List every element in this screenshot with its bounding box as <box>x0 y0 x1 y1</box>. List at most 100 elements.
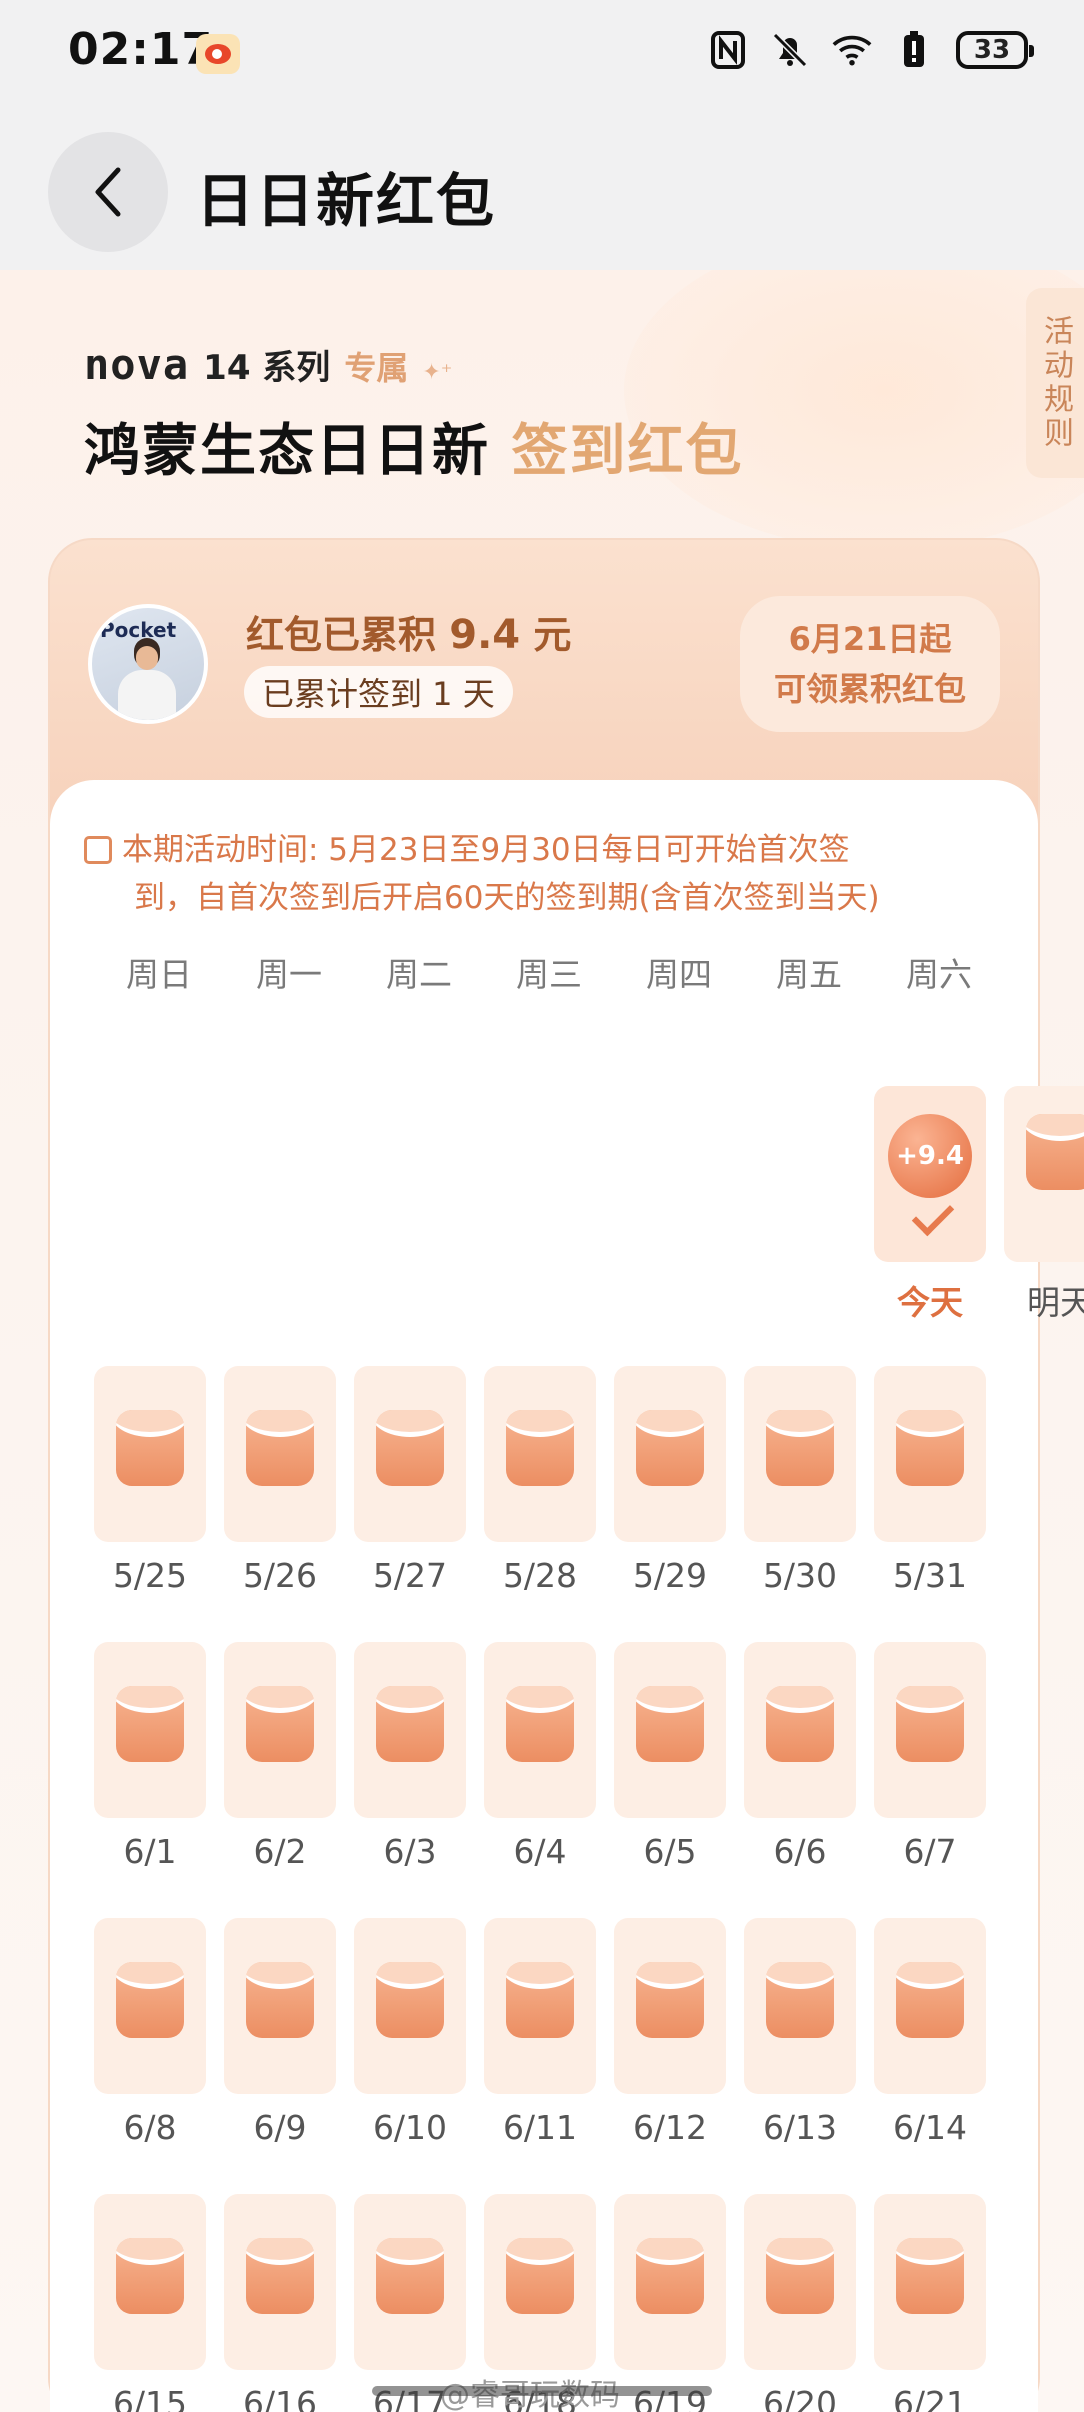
red-packet-icon <box>506 1686 574 1762</box>
battery-icon: 33 <box>956 31 1034 69</box>
battery-level: 33 <box>973 35 1011 65</box>
nfc-icon <box>708 30 748 70</box>
period-line1: 本期活动时间: 5月23日至9月30日每日可开始首次签 <box>122 832 850 868</box>
red-packet-icon <box>376 1410 444 1486</box>
day-cell[interactable] <box>614 1642 726 1818</box>
day-cell[interactable] <box>224 1366 336 1542</box>
red-packet-icon <box>116 1962 184 2038</box>
weekday-label: 周三 <box>516 955 582 994</box>
day-cell[interactable] <box>744 1918 856 2094</box>
red-packet-icon <box>1026 1114 1084 1190</box>
claim-line1: 6月21日起 <box>788 620 952 658</box>
day-label: 5/30 <box>762 1556 838 1595</box>
red-packet-icon <box>766 1410 834 1486</box>
accum-value: 9.4 <box>449 612 521 658</box>
weekday-label: 周六 <box>906 955 972 994</box>
day-label: 5/28 <box>502 1556 578 1595</box>
day-cell[interactable] <box>94 2194 206 2370</box>
day-cell[interactable] <box>744 2194 856 2370</box>
day-label: 6/3 <box>383 1832 437 1871</box>
day-cell[interactable] <box>94 1918 206 2094</box>
day-label: 6/21 <box>892 2384 968 2412</box>
red-packet-icon <box>116 1686 184 1762</box>
red-packet-icon <box>766 1686 834 1762</box>
day-label: 6/6 <box>773 1832 827 1871</box>
day-cell-today[interactable]: +9.4 <box>874 1086 986 1262</box>
period-line2: 到，自首次签到后开启60天的签到期(含首次签到当天) <box>134 880 880 916</box>
weekday-label: 周日 <box>126 955 192 994</box>
day-cell[interactable] <box>354 1642 466 1818</box>
day-cell[interactable] <box>614 1366 726 1542</box>
accumulated-amount: 红包已累积 9.4 元 <box>246 604 571 659</box>
avatar-backdrop-text: Pocket <box>100 618 177 642</box>
day-label: 6/2 <box>253 1832 307 1871</box>
day-cell[interactable] <box>484 1366 596 1542</box>
day-cell[interactable] <box>744 1642 856 1818</box>
battery-saver-icon <box>894 30 934 70</box>
day-cell[interactable] <box>224 1918 336 2094</box>
weekday-label: 周四 <box>646 955 712 994</box>
day-label: 6/15 <box>112 2384 188 2412</box>
activity-rules-tab[interactable]: 活动规则 <box>1026 288 1084 478</box>
day-cell[interactable] <box>224 2194 336 2370</box>
red-packet-icon <box>636 1686 704 1762</box>
sparkle-icon: ✦⁺ <box>422 360 453 385</box>
weekday-label: 周一 <box>256 955 322 994</box>
red-packet-icon <box>246 1686 314 1762</box>
red-packet-icon <box>636 1410 704 1486</box>
mute-icon <box>770 30 810 70</box>
status-icons: 33 <box>708 30 1034 70</box>
day-label: 6/11 <box>502 2108 578 2147</box>
red-packet-icon <box>506 2238 574 2314</box>
weekday-label: 周二 <box>386 955 452 994</box>
claim-button[interactable]: 6月21日起 可领累积红包 <box>740 596 1000 732</box>
page-title: 日日新红包 <box>196 167 497 235</box>
day-cell[interactable] <box>614 1918 726 2094</box>
day-cell[interactable] <box>484 1918 596 2094</box>
day-cell[interactable] <box>874 1918 986 2094</box>
checkin-days-badge: 已累计签到 1 天 <box>244 666 513 718</box>
day-cell[interactable] <box>484 1642 596 1818</box>
brand-series: 14 系列 <box>203 348 331 388</box>
brand-line: nova 14 系列 专属 ✦⁺ <box>84 340 452 389</box>
day-cell[interactable] <box>94 1366 206 1542</box>
weekday-label: 周五 <box>776 955 842 994</box>
day-label: 6/5 <box>643 1832 697 1871</box>
day-label: 6/9 <box>253 2108 307 2147</box>
day-label-tomorrow: 明天 <box>1027 1283 1084 1322</box>
day-label-today: 今天 <box>897 1283 963 1322</box>
day-cell[interactable] <box>874 2194 986 2370</box>
signin-card: Pocket 红包已累积 9.4 元 已累计签到 1 天 6月21日起 可领累积… <box>48 538 1084 2412</box>
coin-amount: +9.4 <box>888 1114 972 1198</box>
red-packet-icon <box>766 2238 834 2314</box>
day-cell[interactable] <box>744 1366 856 1542</box>
day-cell[interactable] <box>484 2194 596 2370</box>
day-cell[interactable] <box>874 1642 986 1818</box>
day-cell[interactable] <box>224 1642 336 1818</box>
red-packet-icon <box>636 2238 704 2314</box>
red-packet-icon <box>246 2238 314 2314</box>
day-cell-tomorrow[interactable] <box>1004 1086 1084 1262</box>
status-bar: 02:17 33 <box>0 0 1084 120</box>
accum-unit: 元 <box>533 613 572 657</box>
day-label: 5/26 <box>242 1556 318 1595</box>
red-packet-icon <box>896 1686 964 1762</box>
day-cell[interactable] <box>354 1918 466 2094</box>
red-packet-icon <box>116 2238 184 2314</box>
day-cell[interactable] <box>614 2194 726 2370</box>
nav-bar: 日日新红包 <box>0 120 1084 270</box>
day-label: 6/14 <box>892 2108 968 2147</box>
day-cell[interactable] <box>354 1366 466 1542</box>
red-packet-icon <box>766 1962 834 2038</box>
day-label: 6/10 <box>372 2108 448 2147</box>
day-label: 5/25 <box>112 1556 188 1595</box>
back-button[interactable] <box>48 132 168 252</box>
wifi-icon <box>832 30 872 70</box>
main-content: 活动规则 nova 14 系列 专属 ✦⁺ 鸿蒙生态日日新 签到红包 Pocke… <box>0 270 1084 2412</box>
day-cell[interactable] <box>354 2194 466 2370</box>
calendar-icon <box>84 836 112 864</box>
day-label: 6/12 <box>632 2108 708 2147</box>
day-cell[interactable] <box>874 1366 986 1542</box>
day-cell[interactable] <box>94 1642 206 1818</box>
clock: 02:17 <box>68 24 214 75</box>
